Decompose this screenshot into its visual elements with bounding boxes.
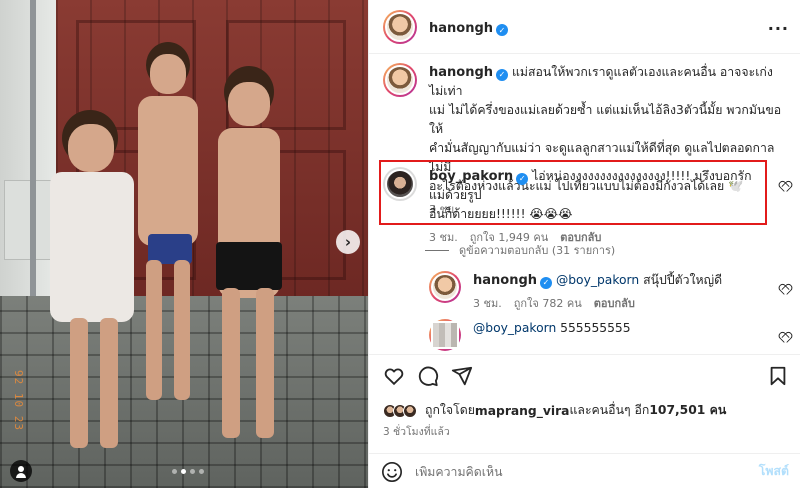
reply-mention[interactable]: @boy_pakorn: [556, 273, 639, 287]
verified-badge-icon: ✓: [496, 24, 509, 37]
photo-date-stamp: 92 10 23: [12, 370, 25, 431]
heart-icon[interactable]: [383, 365, 405, 387]
post-comment-button[interactable]: โพสต์: [759, 462, 789, 481]
reply-row-2: @boy_pakorn 555555555: [429, 319, 773, 351]
user-icon: [18, 466, 24, 472]
comment-icon[interactable]: [417, 365, 439, 387]
reply-avatar-blurred[interactable]: [429, 319, 461, 351]
tagged-users-button[interactable]: [10, 460, 32, 482]
liker-avatar: [403, 403, 417, 418]
reply-username[interactable]: hanongh: [473, 273, 537, 288]
post-header: hanongh ✓ ···: [369, 0, 800, 54]
author-username[interactable]: hanongh: [429, 21, 493, 36]
carousel-dot: [190, 469, 195, 474]
comments-list[interactable]: hanongh ✓ แม่สอนให้พวกเราดูแลตัวเองและคนอ…: [369, 55, 800, 353]
emoji-icon[interactable]: [381, 461, 403, 483]
commenter-avatar[interactable]: [383, 167, 417, 201]
comment-like-heart-icon[interactable]: [779, 182, 789, 192]
more-horizontal-icon[interactable]: ···: [768, 19, 789, 38]
share-icon[interactable]: [451, 365, 473, 387]
verified-badge-icon: ✓: [540, 276, 553, 289]
reply-reply-button[interactable]: ตอบกลับ: [594, 294, 635, 312]
likes-prefix: ถูกใจโดย: [425, 403, 475, 417]
verified-badge-icon: ✓: [496, 68, 509, 81]
photo-pipe: [30, 0, 36, 300]
reply2-text: 555555555: [556, 321, 631, 335]
carousel-dot: [172, 469, 177, 474]
comment-username[interactable]: boy_pakorn: [429, 169, 513, 184]
carousel-dots: [172, 469, 204, 474]
likes-middle: และคนอื่นๆ อีก: [569, 403, 650, 417]
post-actions-section: ถูกใจโดย maprang_vira และคนอื่นๆ อีก 107…: [369, 354, 800, 488]
instagram-post-modal: 92 10 23 › hanongh ✓ ··· hanongh ✓ แม่สอ…: [0, 0, 800, 488]
chevron-right-icon: ›: [344, 233, 352, 251]
likes-user[interactable]: maprang_vira: [475, 404, 570, 418]
photo-child-left: [44, 110, 144, 470]
reply-likes[interactable]: ถูกใจ 782 คน: [514, 294, 582, 312]
view-replies-label: ดูข้อความตอบกลับ (31 รายการ): [459, 244, 616, 257]
photo-child-right: [200, 66, 290, 456]
bookmark-icon[interactable]: [767, 365, 789, 387]
author-username-wrap[interactable]: hanongh ✓: [429, 17, 509, 37]
likes-count[interactable]: 107,501 คน: [649, 401, 726, 420]
reply-time[interactable]: 3 ชม.: [473, 294, 502, 312]
next-photo-button[interactable]: ›: [336, 230, 360, 254]
reply-avatar[interactable]: [429, 271, 461, 303]
caption-avatar[interactable]: [383, 63, 417, 97]
carousel-dot: [199, 469, 204, 474]
likes-summary[interactable]: ถูกใจโดย maprang_vira และคนอื่นๆ อีก 107…: [383, 401, 726, 420]
comment-input[interactable]: [415, 464, 759, 479]
comment-row: boy_pakorn ✓ ไอ่หน่องงงงงงงงงงงงงงงง!!!!!…: [383, 167, 759, 246]
view-replies-button[interactable]: ดูข้อความตอบกลับ (31 รายการ): [425, 241, 615, 259]
caption-username[interactable]: hanongh: [429, 65, 493, 80]
post-time-ago[interactable]: 3 ชั่วโมงที่แล้ว: [383, 423, 450, 440]
reply-like-heart-icon[interactable]: [779, 285, 789, 295]
reply-row: hanongh ✓ @boy_pakorn สนุ๊ปปี้ตัวใหญ่ดี 3…: [429, 271, 773, 312]
verified-badge-icon: ✓: [516, 172, 529, 185]
post-photo[interactable]: 92 10 23 ›: [0, 0, 368, 488]
add-comment-bar: โพสต์: [369, 453, 800, 488]
reply-text: สนุ๊ปปี้ตัวใหญ่ดี: [639, 273, 723, 287]
comment-text-line2: อื่นก็ด้ายยยย!!!!!! 😭😭😭: [429, 207, 573, 221]
carousel-dot-active: [181, 469, 186, 474]
author-avatar[interactable]: [383, 9, 417, 44]
caption-text-line2: แม่ ไม่ได้ครึ่งของแม่เลยด้วยซ้ำ แต่แม่เห…: [429, 103, 782, 136]
post-details-pane: hanongh ✓ ··· hanongh ✓ แม่สอนให้พวกเราดูแ…: [368, 0, 800, 488]
reply2-mention[interactable]: @boy_pakorn: [473, 321, 556, 335]
reply2-like-heart-icon[interactable]: [779, 333, 789, 343]
